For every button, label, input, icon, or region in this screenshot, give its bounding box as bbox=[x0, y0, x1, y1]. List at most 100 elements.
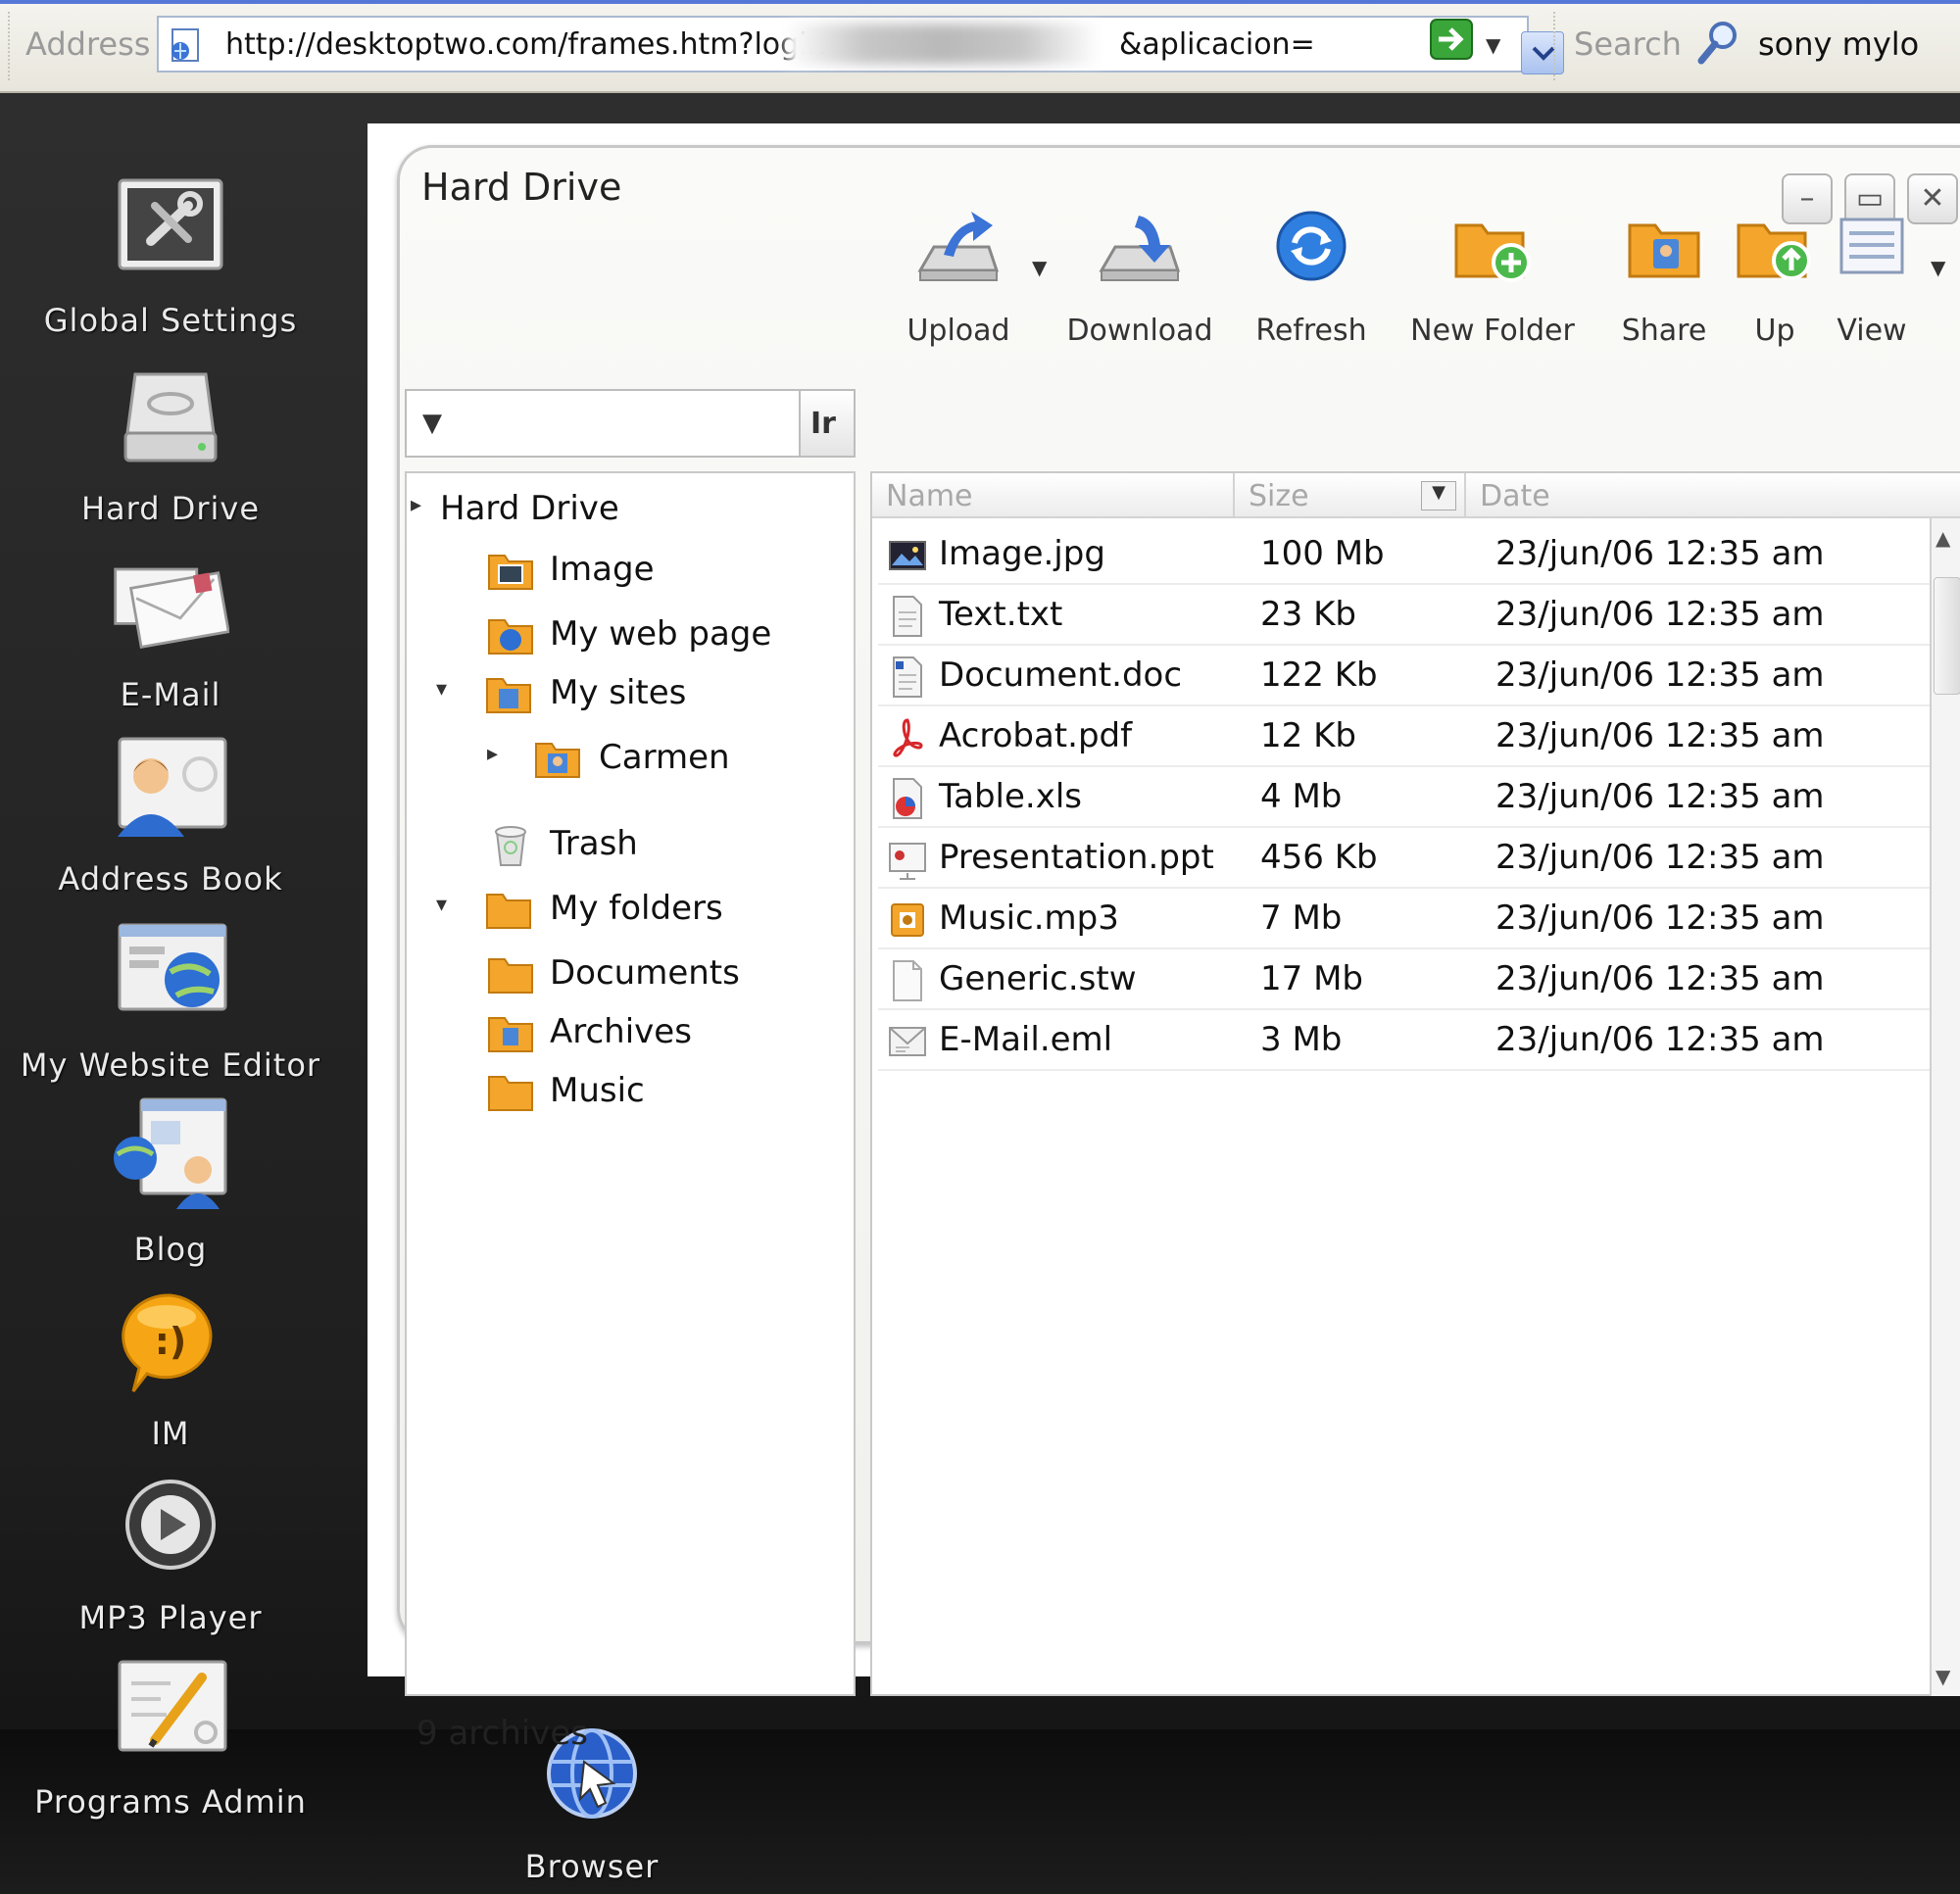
blog-icon bbox=[114, 1097, 227, 1209]
file-list-header: Name Size ▼ Date bbox=[872, 473, 1960, 518]
tree-expander[interactable]: ▾ bbox=[436, 893, 447, 917]
column-header-date[interactable]: Date bbox=[1466, 473, 1960, 518]
chevron-down-icon bbox=[1532, 46, 1555, 61]
tree-node-trash[interactable]: Trash bbox=[460, 818, 842, 877]
file-size: 4 Mb bbox=[1260, 777, 1343, 816]
file-name: Presentation.ppt bbox=[939, 838, 1214, 877]
desktop-icon-hard-drive[interactable]: Hard Drive bbox=[0, 364, 347, 527]
file-date: 23/jun/06 12:35 am bbox=[1495, 716, 1825, 755]
up-folder-icon bbox=[1737, 223, 1811, 280]
tree-node-my-web-page[interactable]: My web page bbox=[460, 608, 842, 667]
file-date: 23/jun/06 12:35 am bbox=[1495, 595, 1825, 634]
file-row[interactable]: Document.doc 122 Kb 23/jun/06 12:35 am bbox=[878, 648, 1936, 706]
tree-node-carmen[interactable]: ▸ Carmen bbox=[487, 732, 842, 791]
file-row[interactable]: Text.txt 23 Kb 23/jun/06 12:35 am bbox=[878, 587, 1936, 646]
programs-admin-icon bbox=[118, 1660, 227, 1752]
view-button[interactable]: View bbox=[1823, 202, 1921, 378]
file-row[interactable]: E-Mail.eml 3 Mb 23/jun/06 12:35 am bbox=[878, 1012, 1936, 1071]
desktop-icon-email[interactable]: E-Mail bbox=[0, 551, 347, 713]
file-row[interactable]: Table.xls 4 Mb 23/jun/06 12:35 am bbox=[878, 769, 1936, 828]
vertical-scrollbar[interactable]: ▲ ▼ bbox=[1930, 518, 1960, 1696]
desktop-icon-address-book[interactable]: Address Book bbox=[0, 735, 347, 898]
tree-node-label: Music bbox=[550, 1071, 645, 1110]
upload-button[interactable]: Upload bbox=[890, 202, 1027, 378]
chevron-down-icon[interactable]: ▼ bbox=[422, 409, 442, 438]
file-name: Document.doc bbox=[939, 656, 1183, 695]
folder-tree: ▸ Hard Drive Image My web page ▾ My site… bbox=[405, 471, 856, 1696]
website-editor-icon bbox=[118, 923, 227, 1011]
column-header-label: Date bbox=[1480, 479, 1550, 513]
share-button[interactable]: Share bbox=[1605, 202, 1723, 378]
address-dropdown-button[interactable] bbox=[1521, 31, 1564, 74]
tree-node-label: Image bbox=[550, 550, 655, 589]
tree-expander[interactable]: ▾ bbox=[436, 677, 447, 702]
file-row[interactable]: Image.jpg 100 Mb 23/jun/06 12:35 am bbox=[878, 526, 1936, 585]
taskbar-label: Browser bbox=[524, 1848, 660, 1885]
file-name: Acrobat.pdf bbox=[939, 716, 1133, 755]
file-list: Name Size ▼ Date Image.jpg 100 Mb 23/jun… bbox=[870, 471, 1960, 1696]
web-folder-icon bbox=[488, 619, 533, 655]
desktop-icon-label: Hard Drive bbox=[80, 490, 261, 527]
scroll-up-icon[interactable]: ▲ bbox=[1936, 526, 1950, 550]
tree-node-my-sites[interactable]: ▾ My sites bbox=[436, 667, 842, 726]
column-header-label: Size bbox=[1249, 479, 1309, 513]
address-label: Address bbox=[25, 25, 151, 63]
tree-node-my-folders[interactable]: ▾ My folders bbox=[436, 883, 842, 942]
toolbar-separator bbox=[1553, 12, 1555, 80]
scroll-thumb[interactable] bbox=[1934, 577, 1960, 695]
tree-node-hard-drive[interactable]: ▸ Hard Drive bbox=[411, 483, 842, 542]
search-label: Search bbox=[1574, 25, 1682, 63]
url-prefix: http://desktoptwo.com/frames.htm?login= bbox=[225, 27, 851, 62]
new-folder-label: New Folder bbox=[1410, 314, 1575, 348]
tree-node-image[interactable]: Image bbox=[460, 544, 842, 603]
download-button[interactable]: Download bbox=[1056, 202, 1223, 378]
tree-expander[interactable]: ▸ bbox=[411, 493, 421, 517]
go-dropdown-icon[interactable]: ▼ bbox=[1486, 33, 1500, 57]
address-input[interactable]: http://desktoptwo.com/frames.htm?login= … bbox=[157, 16, 1564, 74]
new-folder-button[interactable]: New Folder bbox=[1399, 202, 1586, 378]
file-row[interactable]: Presentation.ppt 456 Kb 23/jun/06 12:35 … bbox=[878, 830, 1936, 889]
file-row[interactable]: Music.mp3 7 Mb 23/jun/06 12:35 am bbox=[878, 891, 1936, 949]
scroll-down-icon[interactable]: ▼ bbox=[1936, 1665, 1950, 1688]
desktop-icon-label: Address Book bbox=[58, 860, 283, 898]
user-folder-icon bbox=[535, 743, 580, 778]
column-header-size[interactable]: Size ▼ bbox=[1235, 473, 1466, 518]
im-icon: :) bbox=[122, 1293, 213, 1392]
desktop-icon-programs-admin[interactable]: Programs Admin bbox=[0, 1658, 347, 1821]
mp3-file-icon bbox=[891, 903, 924, 937]
tree-expander[interactable]: ▸ bbox=[487, 742, 498, 766]
column-header-name[interactable]: Name bbox=[872, 473, 1235, 518]
search-input[interactable]: sony mylo bbox=[1758, 25, 1919, 63]
window-frame: Hard Drive – ▭ ✕ ▼ Ir Upload ▼ Download … bbox=[397, 145, 1960, 1753]
tree-node-label: Hard Drive bbox=[440, 489, 619, 528]
file-row[interactable]: Generic.stw 17 Mb 23/jun/06 12:35 am bbox=[878, 951, 1936, 1010]
tree-node-music[interactable]: Music bbox=[460, 1065, 842, 1124]
file-size: 3 Mb bbox=[1260, 1020, 1343, 1059]
file-name: Image.jpg bbox=[939, 534, 1105, 573]
shared-folder-icon bbox=[488, 1017, 533, 1052]
new-folder-icon bbox=[1454, 223, 1531, 282]
file-size: 12 Kb bbox=[1260, 716, 1356, 755]
up-button[interactable]: Up bbox=[1731, 202, 1819, 378]
tree-node-archives[interactable]: Archives bbox=[460, 1006, 842, 1065]
path-combobox[interactable]: ▼ Ir bbox=[405, 389, 856, 458]
refresh-button[interactable]: Refresh bbox=[1243, 202, 1380, 378]
search-icon[interactable] bbox=[1695, 18, 1744, 67]
hard-drive-window: Hard Drive – ▭ ✕ ▼ Ir Upload ▼ Download … bbox=[368, 123, 1960, 1753]
file-size: 122 Kb bbox=[1260, 656, 1378, 695]
desktop-icon-global-settings[interactable]: Global Settings bbox=[0, 176, 347, 339]
file-row[interactable]: Acrobat.pdf 12 Kb 23/jun/06 12:35 am bbox=[878, 708, 1936, 767]
tree-node-label: My web page bbox=[550, 614, 772, 654]
desktop-icon-im[interactable]: :) IM bbox=[0, 1289, 347, 1452]
url-suffix: &aplicacion= bbox=[1119, 27, 1315, 62]
upload-dropdown-icon[interactable]: ▼ bbox=[1032, 256, 1047, 279]
desktop-icon-mp3-player[interactable]: MP3 Player bbox=[0, 1474, 347, 1636]
up-label: Up bbox=[1754, 314, 1795, 348]
view-dropdown-icon[interactable]: ▼ bbox=[1931, 256, 1945, 279]
tree-node-documents[interactable]: Documents bbox=[460, 947, 842, 1006]
desktop-icon-blog[interactable]: Blog bbox=[0, 1095, 347, 1268]
go-button[interactable] bbox=[1429, 18, 1474, 61]
desktop-icon-website-editor[interactable]: My Website Editor bbox=[0, 921, 347, 1084]
path-go-button[interactable]: Ir bbox=[799, 391, 854, 456]
sort-dropdown-icon[interactable]: ▼ bbox=[1421, 481, 1456, 510]
